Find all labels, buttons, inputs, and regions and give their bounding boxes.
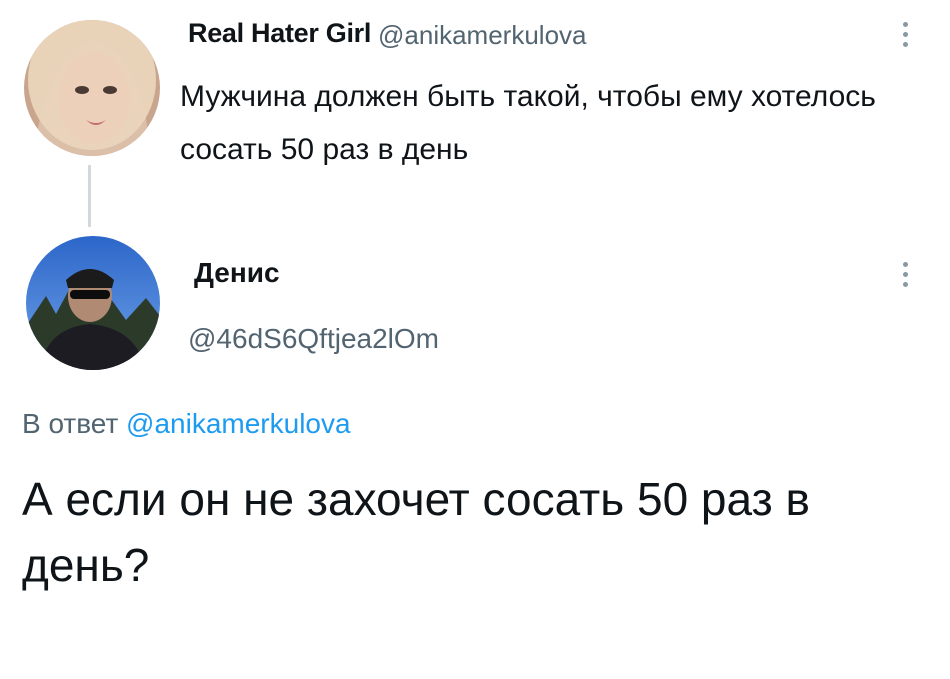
thread-connector-line (88, 165, 91, 227)
reply-tweet-text: А если он не захочет сосать 50 раз в ден… (22, 473, 810, 591)
replying-to-line: В ответ @anikamerkulova (22, 408, 351, 440)
user-avatar-man-sunglasses-icon (26, 236, 160, 370)
more-options-icon[interactable] (898, 22, 912, 47)
reply-author-name[interactable]: Денис (194, 257, 280, 289)
reply-tweet-avatar[interactable] (26, 236, 160, 370)
original-author-handle[interactable]: @anikamerkulova (378, 20, 586, 51)
reply-author-handle[interactable]: @46dS6Qftjea2lOm (188, 323, 439, 355)
original-tweet-text: Мужчина должен быть такой, чтобы ему хот… (180, 80, 876, 166)
original-author-name[interactable]: Real Hater Girl (188, 18, 371, 49)
reply-to-handle-link[interactable]: @anikamerkulova (126, 408, 351, 439)
reply-prefix: В ответ (22, 408, 119, 439)
more-options-icon[interactable] (898, 262, 912, 287)
original-tweet-avatar[interactable] (24, 20, 160, 156)
user-avatar-blonde-woman-icon (24, 20, 160, 156)
